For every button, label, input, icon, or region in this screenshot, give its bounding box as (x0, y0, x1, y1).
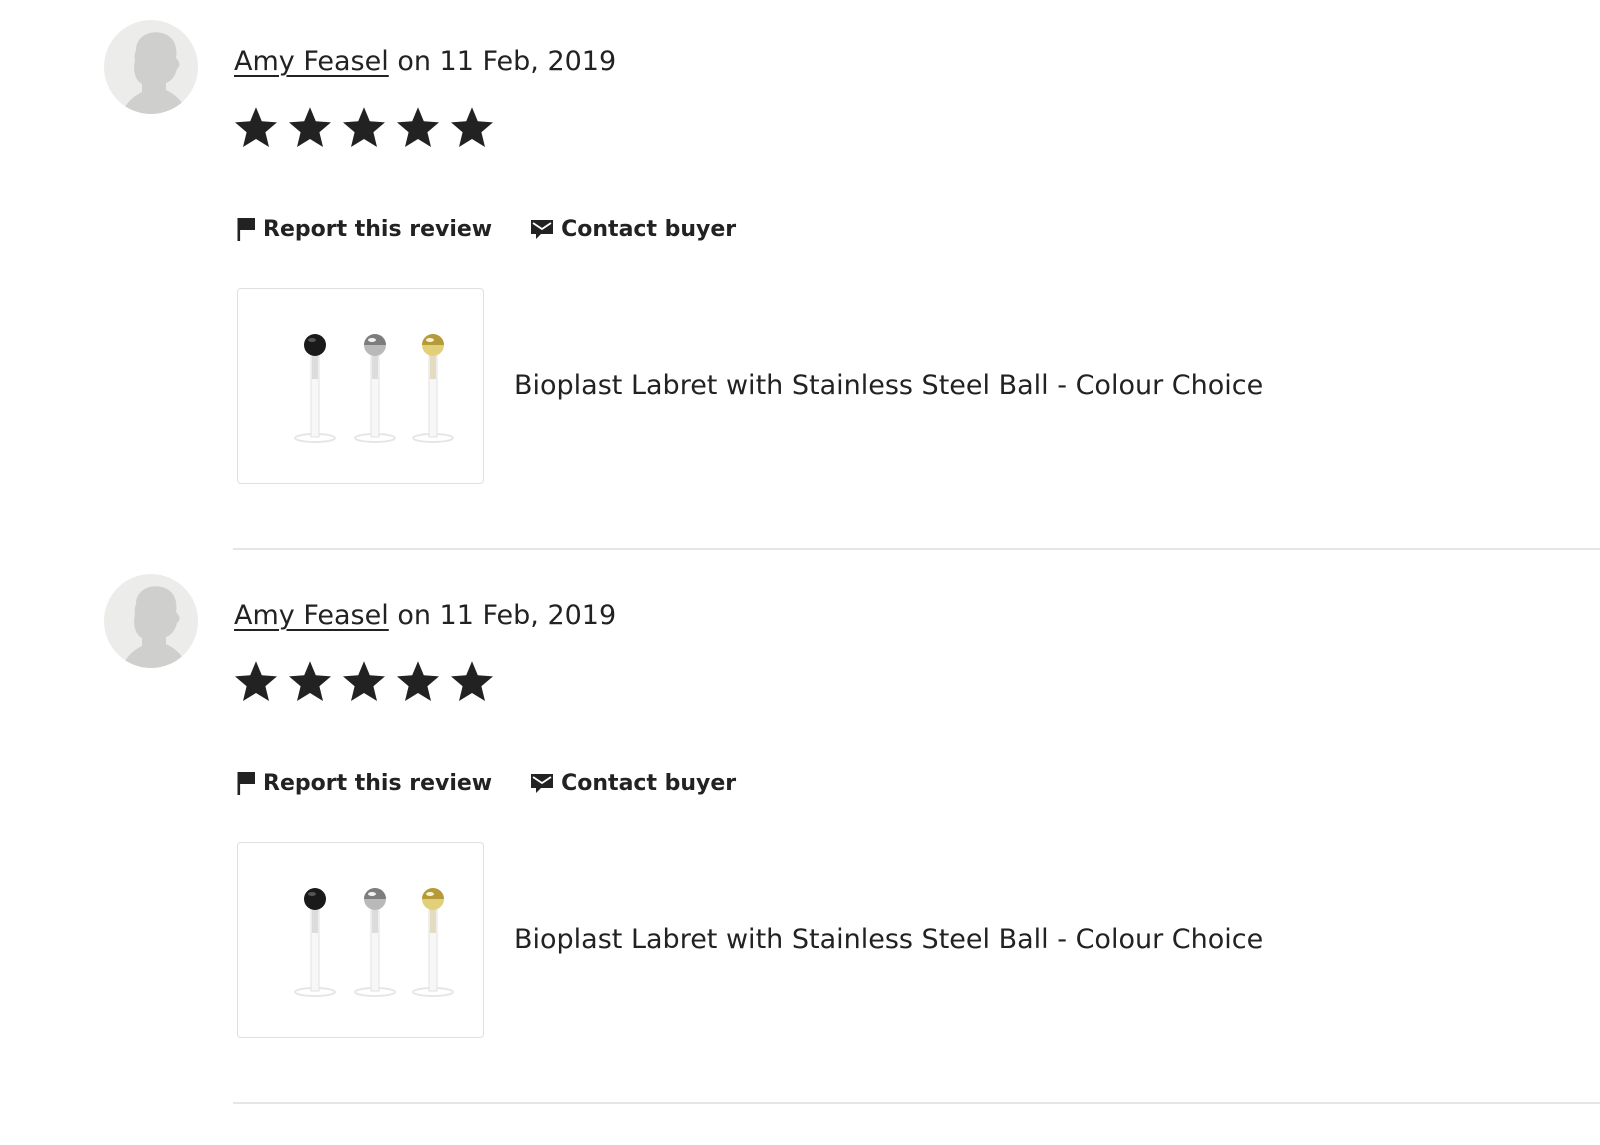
review-actions: Report this review Contact buyer (236, 209, 736, 249)
star-icon (289, 661, 331, 701)
star-icon (289, 107, 331, 147)
star-icon (397, 661, 439, 701)
contact-buyer-button[interactable]: Contact buyer (530, 217, 736, 242)
review-divider (233, 548, 1600, 550)
contact-buyer-label: Contact buyer (561, 216, 737, 242)
star-icon (451, 107, 493, 147)
report-review-button[interactable]: Report this review (236, 216, 492, 242)
contact-buyer-label: Contact buyer (561, 770, 737, 796)
review-actions: Report this review Contact buyer (236, 763, 736, 803)
listing-title[interactable]: Bioplast Labret with Stainless Steel Bal… (514, 366, 1263, 406)
review-item: Amy Feasel on 11 Feb, 2019 Report this r… (0, 0, 1600, 554)
star-icon (343, 661, 385, 701)
review-date: on 11 Feb, 2019 (397, 46, 617, 77)
review-item: Amy Feasel on 11 Feb, 2019 Report this r… (0, 554, 1600, 1108)
star-rating (232, 104, 496, 154)
listing-thumbnail[interactable] (237, 288, 484, 484)
star-icon (235, 107, 277, 147)
flag-icon (236, 770, 256, 796)
report-review-label: Report this review (263, 770, 493, 796)
contact-buyer-button[interactable]: Contact buyer (530, 771, 736, 796)
star-icon (451, 661, 493, 701)
review-date: on 11 Feb, 2019 (397, 600, 617, 631)
reviewer-name-link[interactable]: Amy Feasel (234, 600, 389, 631)
avatar[interactable] (104, 574, 198, 668)
user-silhouette-icon (122, 32, 188, 114)
envelope-icon (530, 217, 554, 241)
review-divider (233, 1102, 1600, 1104)
listing-thumbnail[interactable] (237, 842, 484, 1038)
star-icon (235, 661, 277, 701)
star-rating (232, 658, 496, 708)
avatar[interactable] (104, 20, 198, 114)
envelope-icon (530, 771, 554, 795)
report-review-button[interactable]: Report this review (236, 770, 492, 796)
flag-icon (236, 216, 256, 242)
report-review-label: Report this review (263, 216, 493, 242)
star-icon (343, 107, 385, 147)
user-silhouette-icon (122, 586, 188, 668)
labret-product-image (294, 888, 454, 997)
listing-title[interactable]: Bioplast Labret with Stainless Steel Bal… (514, 920, 1263, 960)
review-byline: Amy Feasel on 11 Feb, 2019 (234, 42, 616, 82)
reviewer-name-link[interactable]: Amy Feasel (234, 46, 389, 77)
labret-product-image (294, 334, 454, 443)
review-byline: Amy Feasel on 11 Feb, 2019 (234, 596, 616, 636)
star-icon (397, 107, 439, 147)
